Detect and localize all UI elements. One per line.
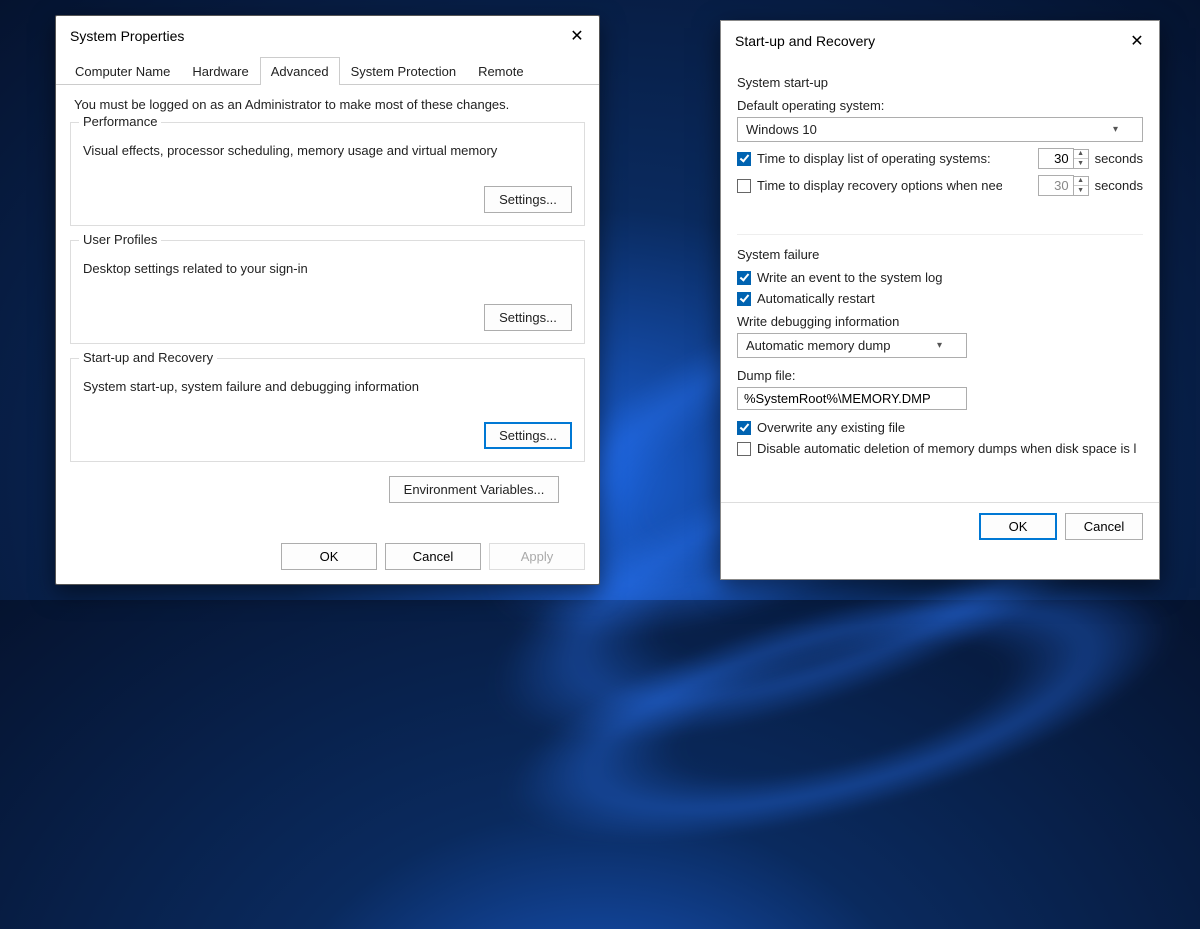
apply-button: Apply (489, 543, 585, 570)
chevron-down-icon: ▾ (1113, 124, 1118, 135)
tab-hardware[interactable]: Hardware (181, 57, 259, 85)
debug-info-label: Write debugging information (737, 314, 1143, 329)
tab-system-protection[interactable]: System Protection (340, 57, 468, 85)
close-icon[interactable]: ✕ (565, 24, 589, 48)
debug-info-select[interactable]: Automatic memory dump ▾ (737, 333, 967, 358)
chevron-down-icon[interactable]: ▼ (1074, 159, 1088, 168)
titlebar: Start-up and Recovery ✕ (721, 21, 1159, 61)
group-desc: System start-up, system failure and debu… (83, 379, 572, 394)
disable-auto-delete-label: Disable automatic deletion of memory dum… (757, 441, 1136, 456)
overwrite-checkbox[interactable] (737, 421, 751, 435)
seconds-label: seconds (1095, 178, 1143, 193)
group-system-startup: System start-up Default operating system… (737, 75, 1143, 216)
group-startup-recovery: Start-up and Recovery System start-up, s… (70, 358, 585, 462)
seconds-label: seconds (1095, 151, 1143, 166)
group-title: System failure (737, 247, 1143, 262)
panel-advanced: You must be logged on as an Administrato… (56, 85, 599, 525)
user-profiles-settings-button[interactable]: Settings... (484, 304, 572, 331)
dialog-body: System start-up Default operating system… (721, 61, 1159, 502)
write-event-checkbox[interactable] (737, 271, 751, 285)
startup-recovery-settings-button[interactable]: Settings... (484, 422, 572, 449)
titlebar: System Properties ✕ (56, 16, 599, 56)
chevron-down-icon: ▾ (937, 340, 942, 351)
group-title: Performance (79, 114, 161, 129)
dump-file-label: Dump file: (737, 368, 1143, 383)
group-performance: Performance Visual effects, processor sc… (70, 122, 585, 226)
dialog-title: System Properties (70, 28, 184, 44)
system-properties-dialog: System Properties ✕ Computer Name Hardwa… (55, 15, 600, 585)
dialog-footer: OK Cancel (721, 502, 1159, 554)
spinner[interactable]: ▲▼ (1074, 149, 1089, 169)
group-desc: Visual effects, processor scheduling, me… (83, 143, 572, 158)
disable-auto-delete-checkbox[interactable] (737, 442, 751, 456)
admin-instruction: You must be logged on as an Administrato… (74, 97, 585, 112)
performance-settings-button[interactable]: Settings... (484, 186, 572, 213)
environment-variables-button[interactable]: Environment Variables... (389, 476, 559, 503)
tab-computer-name[interactable]: Computer Name (64, 57, 181, 85)
auto-restart-label: Automatically restart (757, 291, 875, 306)
cancel-button[interactable]: Cancel (385, 543, 481, 570)
group-title: System start-up (737, 75, 1143, 90)
dialog-footer: OK Cancel Apply (56, 525, 599, 584)
chevron-up-icon[interactable]: ▲ (1074, 150, 1088, 159)
time-list-checkbox[interactable] (737, 152, 751, 166)
time-recovery-input (1038, 175, 1074, 196)
auto-restart-checkbox[interactable] (737, 292, 751, 306)
tabstrip: Computer Name Hardware Advanced System P… (56, 56, 599, 85)
ok-button[interactable]: OK (979, 513, 1057, 540)
group-title: User Profiles (79, 232, 161, 247)
write-event-label: Write an event to the system log (757, 270, 942, 285)
group-title: Start-up and Recovery (79, 350, 217, 365)
chevron-up-icon: ▲ (1074, 177, 1088, 186)
dump-file-input[interactable] (737, 387, 967, 410)
time-list-input[interactable] (1038, 148, 1074, 169)
time-recovery-label: Time to display recovery options when ne… (757, 178, 1002, 193)
tab-advanced[interactable]: Advanced (260, 57, 340, 85)
time-recovery-checkbox[interactable] (737, 179, 751, 193)
spinner: ▲▼ (1074, 176, 1089, 196)
debug-info-value: Automatic memory dump (746, 338, 891, 353)
default-os-value: Windows 10 (746, 122, 817, 137)
startup-recovery-dialog: Start-up and Recovery ✕ System start-up … (720, 20, 1160, 580)
close-icon[interactable]: ✕ (1125, 29, 1149, 53)
overwrite-label: Overwrite any existing file (757, 420, 905, 435)
dialog-title: Start-up and Recovery (735, 33, 875, 49)
default-os-select[interactable]: Windows 10 ▾ (737, 117, 1143, 142)
default-os-label: Default operating system: (737, 98, 1143, 113)
ok-button[interactable]: OK (281, 543, 377, 570)
group-system-failure: System failure Write an event to the sys… (737, 234, 1143, 476)
group-user-profiles: User Profiles Desktop settings related t… (70, 240, 585, 344)
group-desc: Desktop settings related to your sign-in (83, 261, 572, 276)
chevron-down-icon: ▼ (1074, 186, 1088, 195)
time-list-label: Time to display list of operating system… (757, 151, 991, 166)
tab-remote[interactable]: Remote (467, 57, 535, 85)
cancel-button[interactable]: Cancel (1065, 513, 1143, 540)
